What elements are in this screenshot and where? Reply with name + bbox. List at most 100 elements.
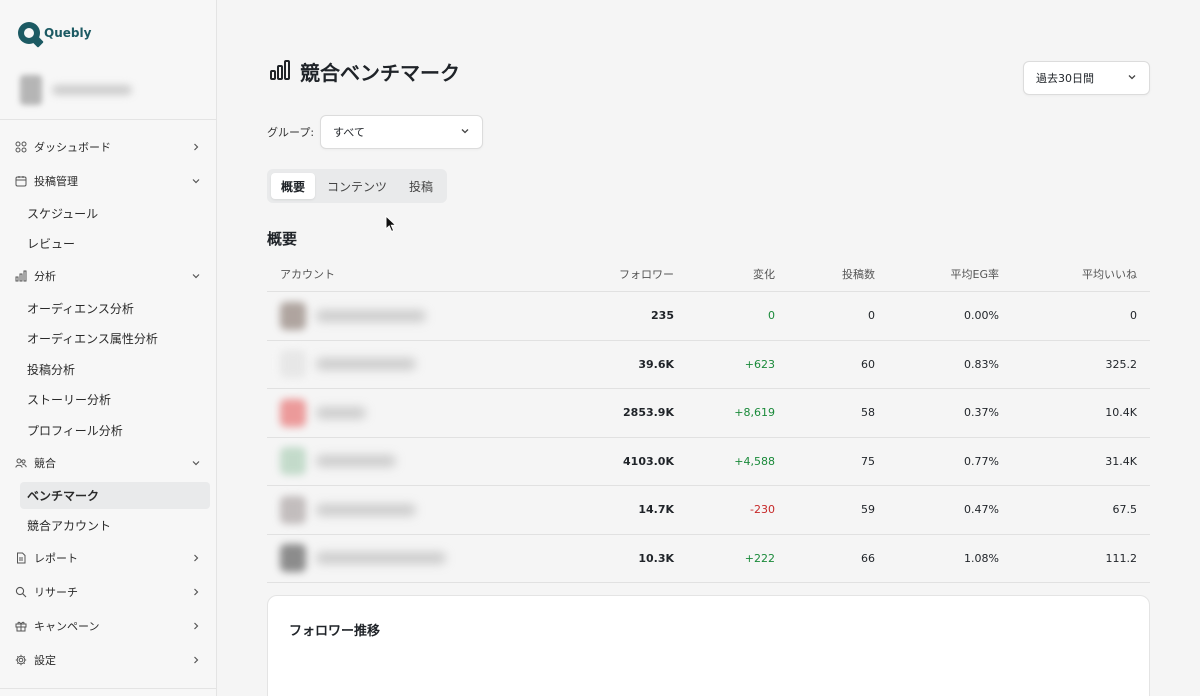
chevron-down-icon [191, 271, 201, 281]
sidebar-subitem[interactable]: プロフィール分析 [0, 415, 217, 446]
sidebar-subitem[interactable]: オーディエンス属性分析 [0, 324, 217, 355]
group-select-value: すべて [333, 126, 365, 139]
sidebar-subitem[interactable]: 投稿分析 [0, 354, 217, 385]
sidebar-item-6[interactable]: キャンペーン [0, 609, 217, 643]
sidebar-item-label: 設定 [34, 654, 56, 667]
avg-eg-cell: 0.00% [964, 309, 999, 323]
account-cell[interactable] [267, 495, 523, 524]
column-header-account[interactable]: アカウント [267, 266, 523, 282]
table-row[interactable]: 39.6K +623 60 0.83% 325.2 [267, 341, 1150, 389]
sidebar-subitem[interactable]: ベンチマーク [20, 481, 210, 509]
posts-cell: 66 [861, 551, 875, 565]
group-filter-label: グループ: [267, 126, 315, 139]
sidebar-subitem[interactable]: 競合アカウント [0, 511, 217, 542]
avg-eg-cell: 1.08% [964, 551, 999, 565]
account-cell[interactable] [267, 301, 523, 330]
change-cell: +623 [744, 357, 775, 371]
chevron-right-icon [191, 142, 201, 152]
logo-icon [18, 22, 40, 44]
period-select[interactable]: 過去30日間 [1023, 61, 1150, 95]
chevron-right-icon [191, 553, 201, 563]
avg-likes-cell: 67.5 [1112, 503, 1138, 517]
posts-cell: 58 [861, 406, 875, 420]
account-cell[interactable] [267, 447, 523, 476]
sidebar-item-label: 競合 [34, 456, 56, 470]
sidebar-item-0[interactable]: ダッシュボード [0, 130, 217, 164]
avg-eg-cell: 0.47% [964, 503, 999, 517]
account-name-blurred [316, 552, 446, 565]
sidebar-item-label: 投稿管理 [34, 175, 78, 188]
table-row[interactable]: 14.7K -230 59 0.47% 67.5 [267, 486, 1150, 535]
avatar [280, 350, 306, 379]
avatar [280, 398, 306, 427]
app-name: Quebly [44, 26, 92, 40]
bar-chart-icon [268, 58, 292, 86]
sidebar-item-7[interactable]: 設定 [0, 643, 217, 677]
avg-likes-cell: 111.2 [1105, 551, 1138, 565]
column-header-change[interactable]: 変化 [674, 266, 775, 282]
account-cell[interactable] [267, 544, 523, 573]
chevron-down-icon [1127, 72, 1137, 85]
avg-eg-cell: 0.37% [964, 406, 999, 420]
chevron-down-icon [460, 126, 470, 139]
sidebar-item-2[interactable]: 分析 [0, 259, 217, 293]
mouse-cursor-icon [385, 215, 397, 233]
sidebar-item-label: ダッシュボード [34, 141, 111, 154]
change-cell: 0 [768, 309, 775, 323]
sidebar-subitem[interactable]: オーディエンス分析 [0, 293, 217, 324]
sidebar-divider-bottom [0, 688, 217, 689]
avatar [280, 495, 306, 524]
sidebar-subitem[interactable]: スケジュール [0, 198, 217, 229]
table-row[interactable]: 4103.0K +4,588 75 0.77% 31.4K [267, 438, 1150, 486]
sidebar-subitem[interactable]: レビュー [0, 229, 217, 260]
sidebar-item-5[interactable]: リサーチ [0, 575, 217, 609]
avg-likes-cell: 31.4K [1105, 454, 1137, 468]
followers-cell: 14.7K [638, 503, 674, 517]
tab-posts[interactable]: 投稿 [399, 173, 443, 199]
avatar [280, 544, 306, 573]
account-switcher[interactable] [20, 74, 140, 106]
tab-content[interactable]: コンテンツ [317, 173, 397, 199]
table-row[interactable]: 235 0 0 0.00% 0 [267, 292, 1150, 341]
change-cell: +222 [744, 551, 775, 565]
tab-overview[interactable]: 概要 [271, 173, 316, 199]
avg-likes-cell: 10.4K [1105, 406, 1137, 420]
avatar [280, 301, 306, 330]
page-header: 競合ベンチマーク [268, 57, 460, 86]
chevron-down-icon [191, 458, 201, 468]
avatar [20, 75, 42, 105]
column-header-avg-eg[interactable]: 平均EG率 [875, 266, 999, 282]
change-cell: +8,619 [734, 406, 775, 420]
column-header-posts[interactable]: 投稿数 [775, 266, 875, 282]
followers-cell: 10.3K [638, 551, 674, 565]
account-name-blurred [316, 455, 396, 468]
change-cell: +4,588 [734, 454, 775, 468]
change-cell: -230 [750, 503, 775, 517]
column-header-followers[interactable]: フォロワー [523, 266, 674, 282]
table-row[interactable]: 2853.9K +8,619 58 0.37% 10.4K [267, 389, 1150, 438]
posts-cell: 59 [861, 503, 875, 517]
table-row[interactable]: 10.3K +222 66 1.08% 111.2 [267, 535, 1150, 583]
sidebar-item-4[interactable]: レポート [0, 541, 217, 575]
group-select[interactable]: すべて [320, 115, 484, 149]
gift-icon [15, 620, 27, 632]
column-header-avg-likes[interactable]: 平均いいね [999, 266, 1137, 282]
sidebar: Quebly ダッシュボード 投稿管理スケジュール レビュー 分析 オーディエンス分析オ… [0, 0, 217, 696]
followers-cell: 2853.9K [623, 406, 674, 420]
follower-trend-card: フォロワー推移 [267, 595, 1150, 696]
posts-cell: 60 [861, 357, 875, 371]
sidebar-item-1[interactable]: 投稿管理 [0, 164, 217, 198]
sidebar-subitem[interactable]: ストーリー分析 [0, 385, 217, 416]
sidebar-item-3[interactable]: 競合 [0, 446, 217, 480]
account-cell[interactable] [267, 350, 523, 379]
sidebar-nav: ダッシュボード 投稿管理スケジュール レビュー 分析 オーディエンス分析 オーディエンス属… [0, 130, 217, 677]
avg-likes-cell: 0 [1130, 309, 1137, 323]
chevron-right-icon [191, 587, 201, 597]
users-icon [15, 457, 27, 469]
app-logo[interactable]: Quebly [18, 22, 91, 44]
benchmark-table: アカウント フォロワー 変化 投稿数 平均EG率 平均いいね 235 0 0 0.00… [267, 257, 1150, 583]
account-cell[interactable] [267, 398, 523, 427]
avg-eg-cell: 0.83% [964, 357, 999, 371]
account-name-blurred [316, 406, 366, 419]
sidebar-item-label: レポート [34, 552, 78, 565]
